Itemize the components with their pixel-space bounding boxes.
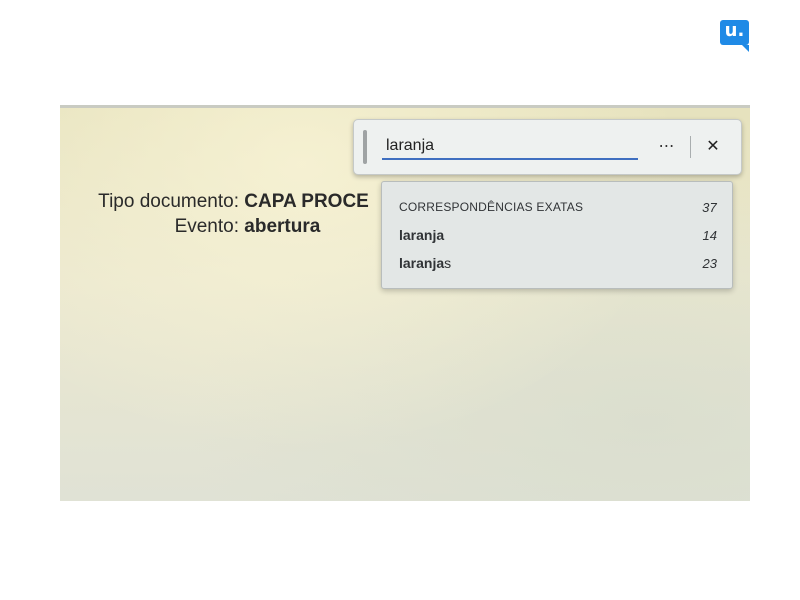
exact-matches-label: CORRESPONDÊNCIAS EXATAS [399,200,584,214]
evento-row: Evento: abertura [89,216,321,238]
find-suggestions-dropdown: CORRESPONDÊNCIAS EXATAS 37 laranja 14 la… [381,181,733,289]
screen-bezel [60,105,750,108]
tipo-documento-label: Tipo documento: [98,191,239,212]
suggestion-item[interactable]: laranja 14 [399,223,717,247]
suggestion-text: laranjas [399,255,452,271]
suggestion-count: 14 [702,227,717,243]
suggestion-item[interactable]: laranjas 23 [399,251,717,275]
find-input[interactable] [382,134,638,160]
suggestion-text: laranja [399,227,445,243]
more-horizontal-icon[interactable]: ⋯ [654,134,680,160]
evento-label: Evento: [174,216,239,237]
divider [690,136,691,158]
drag-handle[interactable] [363,130,367,164]
photo-screen: Tipo documento: CAPA PROCE Evento: abert… [60,105,750,501]
suggestions-header: CORRESPONDÊNCIAS EXATAS 37 [399,195,717,219]
evento-value: abertura [244,216,321,237]
tipo-documento-value: CAPA PROCE [244,191,369,212]
suggestion-count: 23 [702,255,717,271]
close-icon[interactable]: ✕ [700,134,726,160]
exact-matches-count: 37 [702,199,717,215]
brand-logo: u. [720,20,749,52]
tipo-documento-row: Tipo documento: CAPA PROCE [89,191,369,213]
find-bar: ⋯ ✕ [353,119,742,175]
